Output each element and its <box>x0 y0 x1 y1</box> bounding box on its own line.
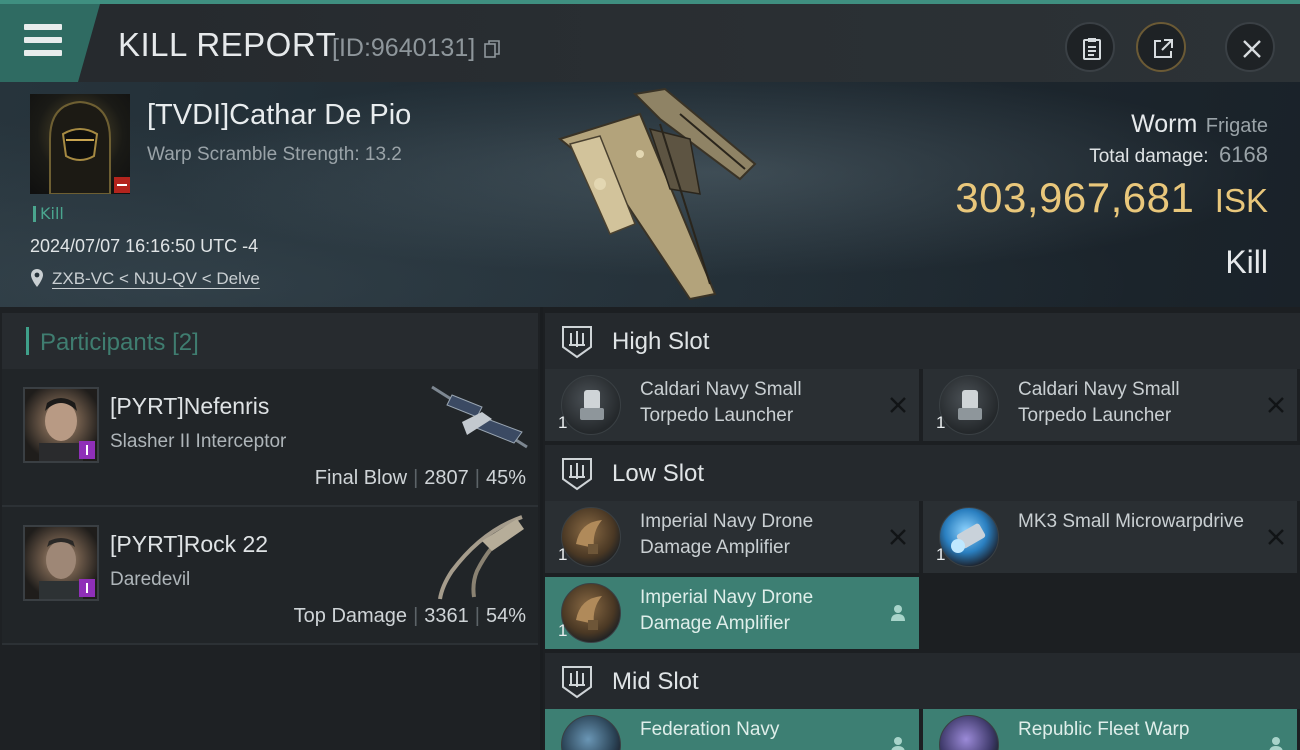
x-mark-icon <box>1268 397 1284 413</box>
participant-ship: Slasher II Interceptor <box>110 431 287 452</box>
participant-ship-render <box>431 385 528 449</box>
participant-row[interactable]: [PYRT]Nefenris Slasher II Interceptor Fi… <box>2 369 538 507</box>
x-mark-icon <box>890 529 906 545</box>
isk-value: 303,967,681 <box>955 174 1195 221</box>
hamburger-menu-icon <box>24 24 62 58</box>
module-item[interactable]: 1 Imperial Navy Drone Damage Amplifier <box>545 577 919 649</box>
republic-fleet-warp-module-icon <box>939 715 999 750</box>
victim-summary: [TVDI]Cathar De Pio Warp Scramble Streng… <box>0 82 1300 307</box>
close-button[interactable] <box>1225 22 1275 72</box>
location-link[interactable]: ZXB-VC < NJU-QV < Delve <box>52 269 260 289</box>
module-item[interactable]: Federation Navy <box>545 709 919 750</box>
participant-damage: 3361 <box>424 605 469 627</box>
total-damage-value: 6168 <box>1219 142 1268 167</box>
kill-datetime: 2024/07/07 16:16:50 UTC -4 <box>30 236 259 256</box>
module-item[interactable]: 1 Imperial Navy Drone Damage Amplifier <box>545 501 919 573</box>
module-name: Republic Fleet Warp <box>1018 719 1190 740</box>
mid-slot-header: Mid Slot <box>545 653 1300 709</box>
title-bar: KILL REPORT [ID:9640131] <box>0 0 1300 82</box>
mid-slot-label: Mid Slot <box>612 668 699 695</box>
module-item[interactable]: Republic Fleet Warp <box>923 709 1297 750</box>
ship-name[interactable]: Worm <box>1131 110 1197 138</box>
module-quantity: 1 <box>558 621 568 640</box>
person-icon <box>891 737 905 750</box>
module-quantity: 1 <box>936 413 946 432</box>
share-icon <box>1154 39 1173 58</box>
close-icon <box>1243 40 1261 58</box>
high-slot-label: High Slot <box>612 328 710 355</box>
microwarpdrive-icon <box>939 507 999 567</box>
module-quantity: 1 <box>936 545 946 564</box>
module-quantity: 1 <box>558 413 568 432</box>
high-slot-header: High Slot <box>545 313 1300 369</box>
module-name: MK3 Small Microwarpdrive <box>1018 511 1244 532</box>
participants-count: [2] <box>172 329 199 356</box>
share-button[interactable] <box>1136 22 1186 72</box>
fitting-panel: High Slot 1 Caldari Navy Small Torpedo L… <box>543 307 1300 750</box>
participant-percent: 54% <box>485 605 526 627</box>
module-item[interactable]: 1 Caldari Navy Small Torpedo Launcher <box>923 369 1297 441</box>
clipboard-icon <box>1083 38 1101 60</box>
participants-header: Participants [2] <box>2 313 538 371</box>
total-damage-label: Total damage: <box>1089 146 1209 167</box>
low-slot-label: Low Slot <box>612 460 705 487</box>
participant-avatar <box>23 387 99 463</box>
page-title: KILL REPORT <box>118 26 337 63</box>
slot-icon <box>562 458 592 491</box>
participant-avatar <box>23 525 99 601</box>
kill-report-window: KILL REPORT [ID:9640131] [TVDI]Cathar De… <box>0 0 1300 750</box>
participant-row[interactable]: [PYRT]Rock 22 Daredevil Top Damage | 3361 |… <box>2 507 538 645</box>
outcome-label: Kill <box>1225 244 1268 280</box>
ship-render <box>557 87 757 301</box>
module-quantity: 1 <box>558 545 568 564</box>
low-slot-header: Low Slot <box>545 445 1300 501</box>
module-name: Imperial Navy Drone Damage Amplifier <box>640 511 814 558</box>
torpedo-launcher-icon <box>939 375 999 435</box>
person-icon <box>891 605 905 621</box>
map-pin-icon <box>31 269 43 287</box>
federation-navy-module-icon <box>561 715 621 750</box>
drone-damage-amplifier-icon <box>561 583 621 643</box>
module-item[interactable]: 1 MK3 Small Microwarpdrive <box>923 501 1297 573</box>
slot-icon <box>562 326 592 359</box>
participant-ship: Daredevil <box>110 569 191 590</box>
ship-class: Frigate <box>1205 115 1268 137</box>
slot-icon <box>562 666 592 699</box>
participant-role: Final Blow <box>314 467 408 489</box>
module-name: Caldari Navy Small Torpedo Launcher <box>640 379 802 426</box>
module-name: Federation Navy <box>640 719 780 740</box>
participant-percent: 45% <box>485 467 526 489</box>
participant-role: Top Damage <box>293 605 408 627</box>
kill-tag: Kill <box>33 206 64 222</box>
drone-damage-amplifier-icon <box>561 507 621 567</box>
participant-damage: 2807 <box>424 467 469 489</box>
hostile-badge <box>114 177 130 193</box>
person-icon <box>1269 737 1283 750</box>
participants-panel: Participants [2] [PYRT]Nefenris Slasher … <box>0 307 540 750</box>
menu-button[interactable] <box>0 4 100 82</box>
torpedo-launcher-icon <box>561 375 621 435</box>
x-mark-icon <box>890 397 906 413</box>
clipboard-button[interactable] <box>1065 22 1115 72</box>
participant-name[interactable]: [PYRT]Rock 22 <box>110 531 268 558</box>
report-id: [ID:9640131] <box>332 34 476 62</box>
module-item[interactable]: 1 Caldari Navy Small Torpedo Launcher <box>545 369 919 441</box>
participant-ship-render <box>438 515 524 600</box>
warp-scramble-strength: Warp Scramble Strength: 13.2 <box>147 144 402 165</box>
participants-label: Participants <box>40 329 166 356</box>
module-name: Caldari Navy Small Torpedo Launcher <box>1018 379 1180 426</box>
x-mark-icon <box>1268 529 1284 545</box>
module-name: Imperial Navy Drone Damage Amplifier <box>640 587 814 634</box>
victim-name[interactable]: [TVDI]Cathar De Pio <box>147 99 411 132</box>
participant-name[interactable]: [PYRT]Nefenris <box>110 393 269 420</box>
isk-unit: ISK <box>1214 182 1268 219</box>
copy-icon[interactable] <box>484 40 500 58</box>
